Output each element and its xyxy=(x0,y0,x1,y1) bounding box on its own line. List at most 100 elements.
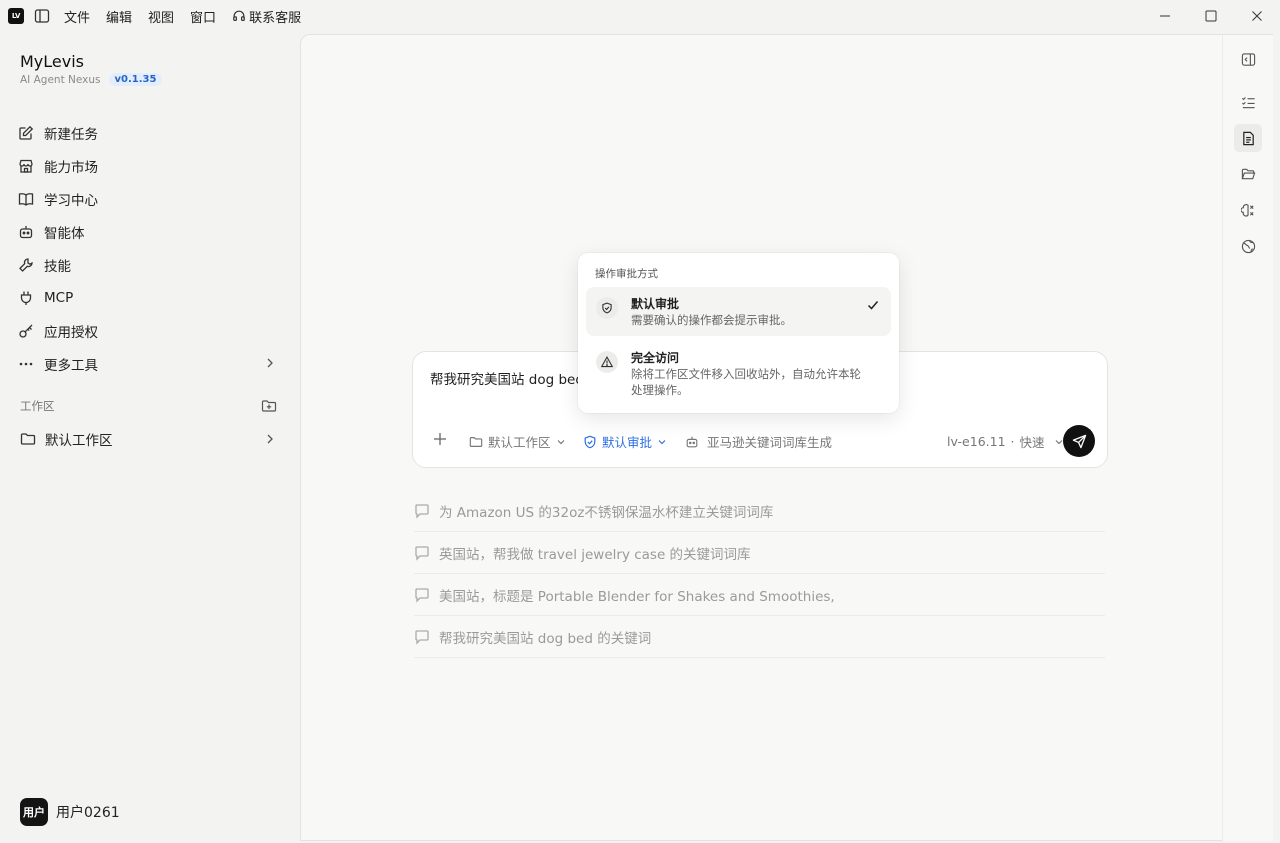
workspace-header: 工作区 xyxy=(20,398,277,414)
sidebar-item-agents[interactable]: 智能体 xyxy=(18,215,284,248)
option-full-access[interactable]: 完全访问 除将工作区文件移入回收站外，自动允许本轮处理操作。 xyxy=(586,341,891,403)
approval-selector[interactable]: 默认审批 xyxy=(583,432,667,451)
menu-file[interactable]: 文件 xyxy=(64,7,90,26)
send-icon xyxy=(1072,434,1086,448)
minimize-icon[interactable] xyxy=(1155,6,1175,26)
sidebar-item-more-tools[interactable]: 更多工具 xyxy=(18,347,284,380)
right-toolbar xyxy=(1222,34,1273,841)
suggestion-text: 英国站，帮我做 travel jewelry case 的关键词词库 xyxy=(439,546,751,563)
chevron-right-icon xyxy=(267,358,273,368)
sidebar-item-label: 学习中心 xyxy=(44,192,98,209)
menu-bar: 文件 编辑 视图 窗口 联系客服 xyxy=(64,0,317,32)
sidebar-item-label: 应用授权 xyxy=(44,324,98,341)
skill-selector-label: 亚马逊关键词词库生成 xyxy=(707,435,833,450)
composer-toolbar: 默认工作区 默认审批 亚马逊关键词词库生成 lv-e16.11 · 快速 xyxy=(413,425,1107,457)
edit-icon xyxy=(19,125,34,140)
list-item[interactable]: 英国站，帮我做 travel jewelry case 的关键词词库 xyxy=(414,532,1105,574)
sidebar-item-label: 新建任务 xyxy=(44,126,98,143)
plug-icon xyxy=(20,291,32,305)
attach-button[interactable] xyxy=(433,432,447,446)
approval-selector-label: 默认审批 xyxy=(602,435,653,450)
menu-view[interactable]: 视图 xyxy=(148,7,174,26)
chat-bubble-icon xyxy=(415,545,429,561)
close-icon[interactable] xyxy=(1247,6,1267,26)
document-icon[interactable] xyxy=(1234,124,1262,152)
headset-icon xyxy=(233,10,245,21)
sidebar-item-label: 能力市场 xyxy=(44,159,98,176)
version-badge: v0.1.35 xyxy=(108,73,163,86)
approval-mode-popup: 操作审批方式 默认审批 需要确认的操作都会提示审批。 完全访问 除将工作区文件移… xyxy=(578,253,899,413)
list-item[interactable]: 美国站，标题是 Portable Blender for Shakes and … xyxy=(414,574,1105,616)
option-desc: 需要确认的操作都会提示审批。 xyxy=(631,313,792,327)
workspace-item-default[interactable]: 默认工作区 xyxy=(20,429,284,449)
plus-icon xyxy=(434,433,446,445)
chevron-right-icon xyxy=(267,434,273,444)
sidebar-item-label: 技能 xyxy=(44,258,71,275)
brain-icon[interactable] xyxy=(1238,200,1258,220)
sidebar-item-app-auth[interactable]: 应用授权 xyxy=(18,314,284,347)
shield-check-icon xyxy=(584,435,596,448)
brand-subtitle: AI Agent Nexus v0.1.35 xyxy=(20,73,163,86)
key-icon xyxy=(19,324,33,338)
menu-window[interactable]: 窗口 xyxy=(190,7,216,26)
book-icon xyxy=(18,192,34,206)
suggestion-list: 为 Amazon US 的32oz不锈钢保温水杯建立关键词词库 英国站，帮我做 … xyxy=(414,490,1105,658)
list-item[interactable]: 帮我研究美国站 dog bed 的关键词 xyxy=(414,616,1105,658)
sidebar-item-new-task[interactable]: 新建任务 xyxy=(18,116,284,149)
suggestion-text: 帮我研究美国站 dog bed 的关键词 xyxy=(439,630,652,647)
list-item[interactable]: 为 Amazon US 的32oz不锈钢保温水杯建立关键词词库 xyxy=(414,490,1105,532)
option-default-approval[interactable]: 默认审批 需要确认的操作都会提示审批。 xyxy=(586,287,891,336)
robot-icon xyxy=(686,436,698,447)
folder-open-icon[interactable] xyxy=(1238,164,1258,184)
menu-edit[interactable]: 编辑 xyxy=(106,7,132,26)
shield-icon xyxy=(596,297,618,319)
sidebar-toggle-icon[interactable] xyxy=(34,8,50,24)
maximize-icon[interactable] xyxy=(1201,6,1221,26)
workspace-selector-label: 默认工作区 xyxy=(488,435,551,450)
sidebar: MyLevis AI Agent Nexus v0.1.35 新建任务 能力市场… xyxy=(0,32,300,843)
contact-support-menu[interactable]: 联系客服 xyxy=(232,7,301,26)
option-desc: 除将工作区文件移入回收站外，自动允许本轮处理操作。 xyxy=(631,367,861,397)
app-logo: LV xyxy=(8,8,24,24)
folder-icon xyxy=(20,433,36,445)
sidebar-nav: 新建任务 能力市场 学习中心 智能体 技能 MCP 应用授权 更多工具 xyxy=(18,116,284,380)
warning-icon xyxy=(596,351,618,373)
sidebar-item-skills[interactable]: 技能 xyxy=(18,248,284,281)
sidebar-item-mcp[interactable]: MCP xyxy=(18,281,284,314)
composer-input[interactable]: 帮我研究美国站 dog bed xyxy=(430,368,584,388)
check-icon xyxy=(867,301,879,310)
brand-name: MyLevis xyxy=(20,52,84,71)
sidebar-item-label: 智能体 xyxy=(44,225,85,242)
model-separator: · xyxy=(1010,434,1015,449)
model-name: lv-e16.11 xyxy=(947,434,1006,449)
sidebar-item-market[interactable]: 能力市场 xyxy=(18,149,284,182)
model-speed: 快速 xyxy=(1019,435,1045,450)
task-list-icon[interactable] xyxy=(1238,92,1258,112)
suggestion-text: 为 Amazon US 的32oz不锈钢保温水杯建立关键词词库 xyxy=(439,504,774,521)
popup-title: 操作审批方式 xyxy=(595,268,658,280)
option-title: 默认审批 xyxy=(631,297,680,311)
skill-selector[interactable]: 亚马逊关键词词库生成 xyxy=(685,432,832,451)
option-title: 完全访问 xyxy=(631,351,680,365)
collapse-panel-icon[interactable] xyxy=(1238,49,1258,69)
sidebar-item-label: MCP xyxy=(44,289,74,306)
add-folder-icon[interactable] xyxy=(261,398,277,414)
avatar: 用户 xyxy=(20,798,48,826)
sidebar-item-learning[interactable]: 学习中心 xyxy=(18,182,284,215)
send-button[interactable] xyxy=(1063,425,1095,457)
robot-icon xyxy=(19,225,33,238)
sidebar-item-label: 更多工具 xyxy=(44,357,98,374)
wrench-icon xyxy=(19,257,33,272)
brand-tagline: AI Agent Nexus xyxy=(20,73,101,86)
title-bar: LV 文件 编辑 视图 窗口 联系客服 xyxy=(0,0,1280,32)
store-icon xyxy=(19,159,33,173)
user-profile[interactable]: 用户 用户0261 xyxy=(20,798,120,826)
suggestion-text: 美国站，标题是 Portable Blender for Shakes and … xyxy=(439,588,835,605)
workspace-header-label: 工作区 xyxy=(20,399,55,413)
chevron-down-icon xyxy=(658,439,666,444)
model-selector[interactable]: lv-e16.11 · 快速 xyxy=(947,432,1064,451)
globe-icon[interactable] xyxy=(1238,236,1258,256)
folder-icon xyxy=(469,436,483,447)
more-icon xyxy=(19,362,33,365)
workspace-selector[interactable]: 默认工作区 xyxy=(469,432,566,451)
